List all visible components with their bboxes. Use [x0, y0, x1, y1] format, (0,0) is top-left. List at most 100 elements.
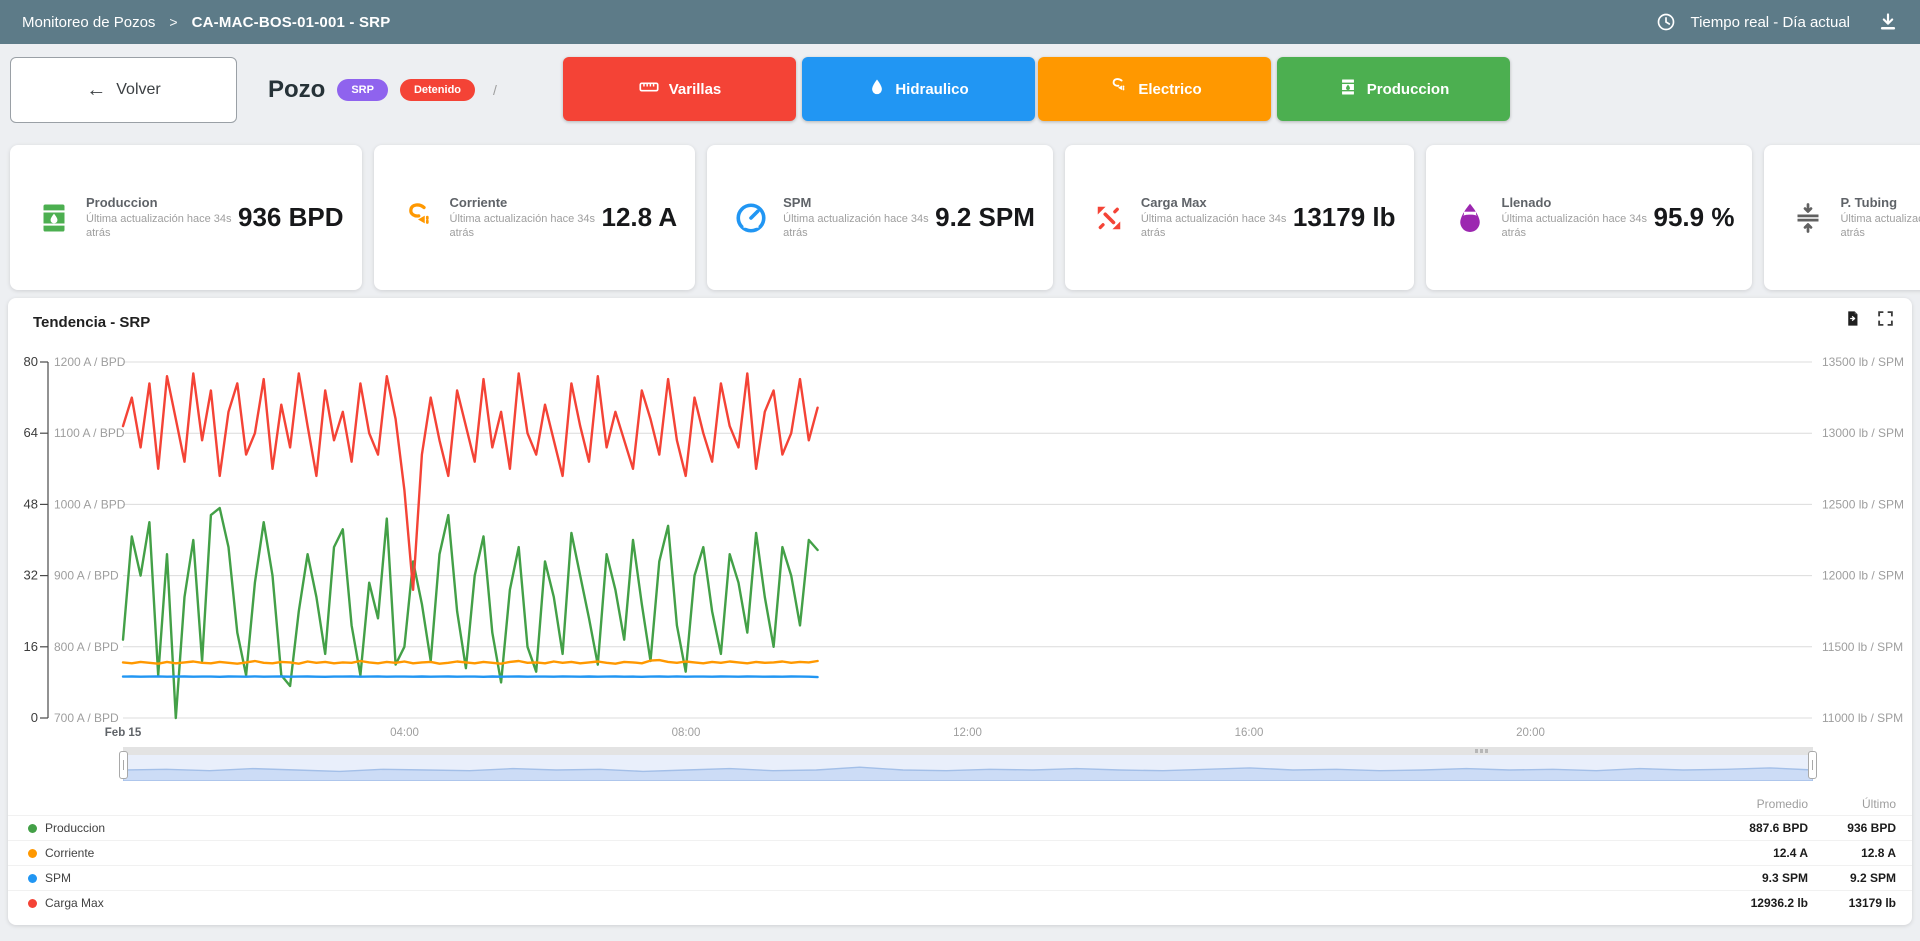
card-label: Carga Max — [1141, 195, 1293, 210]
legend-row-corriente[interactable]: Corriente 12.4 A 12.8 A — [8, 840, 1912, 865]
chart-title: Tendencia - SRP — [33, 314, 150, 331]
legend-row-produccion[interactable]: Produccion 887.6 BPD 936 BPD — [8, 815, 1912, 840]
legend-last-value: 9.2 SPM — [1808, 871, 1912, 885]
compress-icon — [1790, 200, 1826, 236]
ruler-icon — [638, 76, 660, 102]
series-dot — [28, 849, 37, 858]
svg-text:Feb 15: Feb 15 — [105, 727, 142, 739]
trend-chart-card: Tendencia - SRP 801200 A / BPD13500 lb /… — [8, 298, 1912, 925]
card-value: 9.2 SPM — [935, 202, 1035, 233]
clock-icon — [1656, 12, 1676, 32]
legend-row-carga-max[interactable]: Carga Max 12936.2 lb 13179 lb — [8, 890, 1912, 915]
legend-label: Corriente — [45, 846, 94, 860]
well-type-badge: SRP — [337, 79, 388, 101]
electrico-button-label: Electrico — [1138, 81, 1201, 98]
svg-text:48: 48 — [24, 496, 38, 511]
top-bar: Monitoreo de Pozos > CA-MAC-BOS-01-001 -… — [0, 0, 1920, 44]
kpi-card-corriente: Corriente Última actualización hace 34s … — [374, 145, 696, 290]
legend-header: Promedio Último — [8, 793, 1912, 815]
card-updated-text: Última actualización hace 34s atrás — [1840, 212, 1920, 241]
svg-text:12000 lb / SPM: 12000 lb / SPM — [1822, 569, 1904, 583]
legend-avg-value: 9.3 SPM — [1688, 871, 1808, 885]
navigator-scrollbar[interactable] — [123, 747, 1813, 755]
svg-text:1200 A / BPD: 1200 A / BPD — [54, 355, 126, 369]
back-button[interactable]: ← Volver — [10, 57, 237, 123]
legend-avg-value: 12936.2 lb — [1688, 896, 1808, 910]
produccion-button-label: Produccion — [1367, 81, 1450, 98]
kpi-card-produccion: Produccion Última actualización hace 34s… — [10, 145, 362, 290]
hidraulico-button[interactable]: Hidraulico — [802, 57, 1035, 121]
card-updated-text: Última actualización hace 34s atrás — [1502, 212, 1654, 241]
svg-text:13000 lb / SPM: 13000 lb / SPM — [1822, 426, 1904, 440]
back-button-label: Volver — [116, 81, 160, 99]
kpi-card-spm: SPM Última actualización hace 34s atrás … — [707, 145, 1053, 290]
svg-text:12500 lb / SPM: 12500 lb / SPM — [1822, 497, 1904, 511]
svg-text:12:00: 12:00 — [953, 727, 982, 739]
well-header: Pozo SRP Detenido / — [268, 57, 497, 123]
legend-avg-value: 887.6 BPD — [1688, 821, 1808, 835]
card-value: 13179 lb — [1293, 202, 1396, 233]
legend-col-avg: Promedio — [1688, 797, 1808, 811]
svg-text:32: 32 — [24, 568, 38, 583]
card-value: 12.8 A — [602, 202, 678, 233]
kpi-card-carga-max: Carga Max Última actualización hace 34s … — [1065, 145, 1414, 290]
navigator-scrollbar-thumb[interactable] — [1475, 749, 1491, 753]
kpi-cards-row: Produccion Última actualización hace 34s… — [10, 145, 1906, 290]
card-updated-text: Última actualización hace 34s atrás — [783, 212, 935, 241]
legend-label: Carga Max — [45, 896, 104, 910]
gauge-icon — [733, 200, 769, 236]
kpi-card-llenado: Llenado Última actualización hace 34s at… — [1426, 145, 1753, 290]
legend-last-value: 936 BPD — [1808, 821, 1912, 835]
separator-slash: / — [493, 82, 497, 98]
breadcrumb-root[interactable]: Monitoreo de Pozos — [22, 14, 155, 31]
plug-icon — [1107, 76, 1129, 102]
chart-navigator[interactable] — [123, 747, 1813, 783]
svg-text:16: 16 — [24, 639, 38, 654]
chart-legend: Promedio Último Produccion 887.6 BPD 936… — [8, 793, 1912, 915]
svg-text:13500 lb / SPM: 13500 lb / SPM — [1822, 355, 1904, 369]
legend-col-last: Último — [1808, 797, 1912, 811]
card-label: Llenado — [1502, 195, 1654, 210]
electrico-button[interactable]: Electrico — [1038, 57, 1271, 121]
svg-text:64: 64 — [24, 425, 38, 440]
navigator-area[interactable] — [123, 755, 1813, 781]
produccion-button[interactable]: Produccion — [1277, 57, 1510, 121]
legend-label: SPM — [45, 871, 71, 885]
export-file-icon[interactable] — [1844, 310, 1861, 327]
navigator-right-handle[interactable] — [1808, 751, 1817, 779]
card-updated-text: Última actualización hace 34s atrás — [86, 212, 238, 241]
svg-text:800 A / BPD: 800 A / BPD — [54, 640, 119, 654]
svg-text:04:00: 04:00 — [390, 727, 419, 739]
kpi-card-p-tubing: P. Tubing Última actualización hace 34s … — [1764, 145, 1920, 290]
resize-arrows-icon — [1091, 200, 1127, 236]
drop-icon — [868, 78, 886, 100]
time-mode-label[interactable]: Tiempo real - Día actual — [1690, 14, 1850, 31]
svg-text:08:00: 08:00 — [672, 727, 701, 739]
svg-text:11500 lb / SPM: 11500 lb / SPM — [1822, 640, 1903, 654]
back-arrow-icon: ← — [86, 79, 106, 102]
legend-last-value: 13179 lb — [1808, 896, 1912, 910]
varillas-button[interactable]: Varillas — [563, 57, 796, 121]
card-value: 95.9 % — [1654, 202, 1735, 233]
breadcrumb-separator: > — [169, 14, 177, 30]
trend-chart-svg[interactable]: 801200 A / BPD13500 lb / SPM641100 A / B… — [8, 338, 1912, 758]
svg-text:0: 0 — [31, 710, 38, 725]
svg-text:11000 lb / SPM: 11000 lb / SPM — [1822, 711, 1903, 725]
legend-row-spm[interactable]: SPM 9.3 SPM 9.2 SPM — [8, 865, 1912, 890]
svg-text:700 A / BPD: 700 A / BPD — [54, 711, 119, 725]
svg-text:1100 A / BPD: 1100 A / BPD — [54, 426, 125, 440]
svg-text:20:00: 20:00 — [1516, 727, 1545, 739]
fullscreen-icon[interactable] — [1877, 310, 1894, 327]
download-icon[interactable] — [1878, 12, 1898, 32]
status-badge: Detenido — [400, 79, 475, 101]
barrel-icon — [36, 200, 72, 236]
navigator-left-handle[interactable] — [119, 751, 128, 779]
svg-text:900 A / BPD: 900 A / BPD — [54, 569, 119, 583]
legend-avg-value: 12.4 A — [1688, 846, 1808, 860]
svg-text:1000 A / BPD: 1000 A / BPD — [54, 497, 126, 511]
card-label: P. Tubing — [1840, 195, 1920, 210]
drop-icon — [1452, 200, 1488, 236]
series-dot — [28, 824, 37, 833]
legend-label: Produccion — [45, 821, 105, 835]
hidraulico-button-label: Hidraulico — [895, 81, 968, 98]
